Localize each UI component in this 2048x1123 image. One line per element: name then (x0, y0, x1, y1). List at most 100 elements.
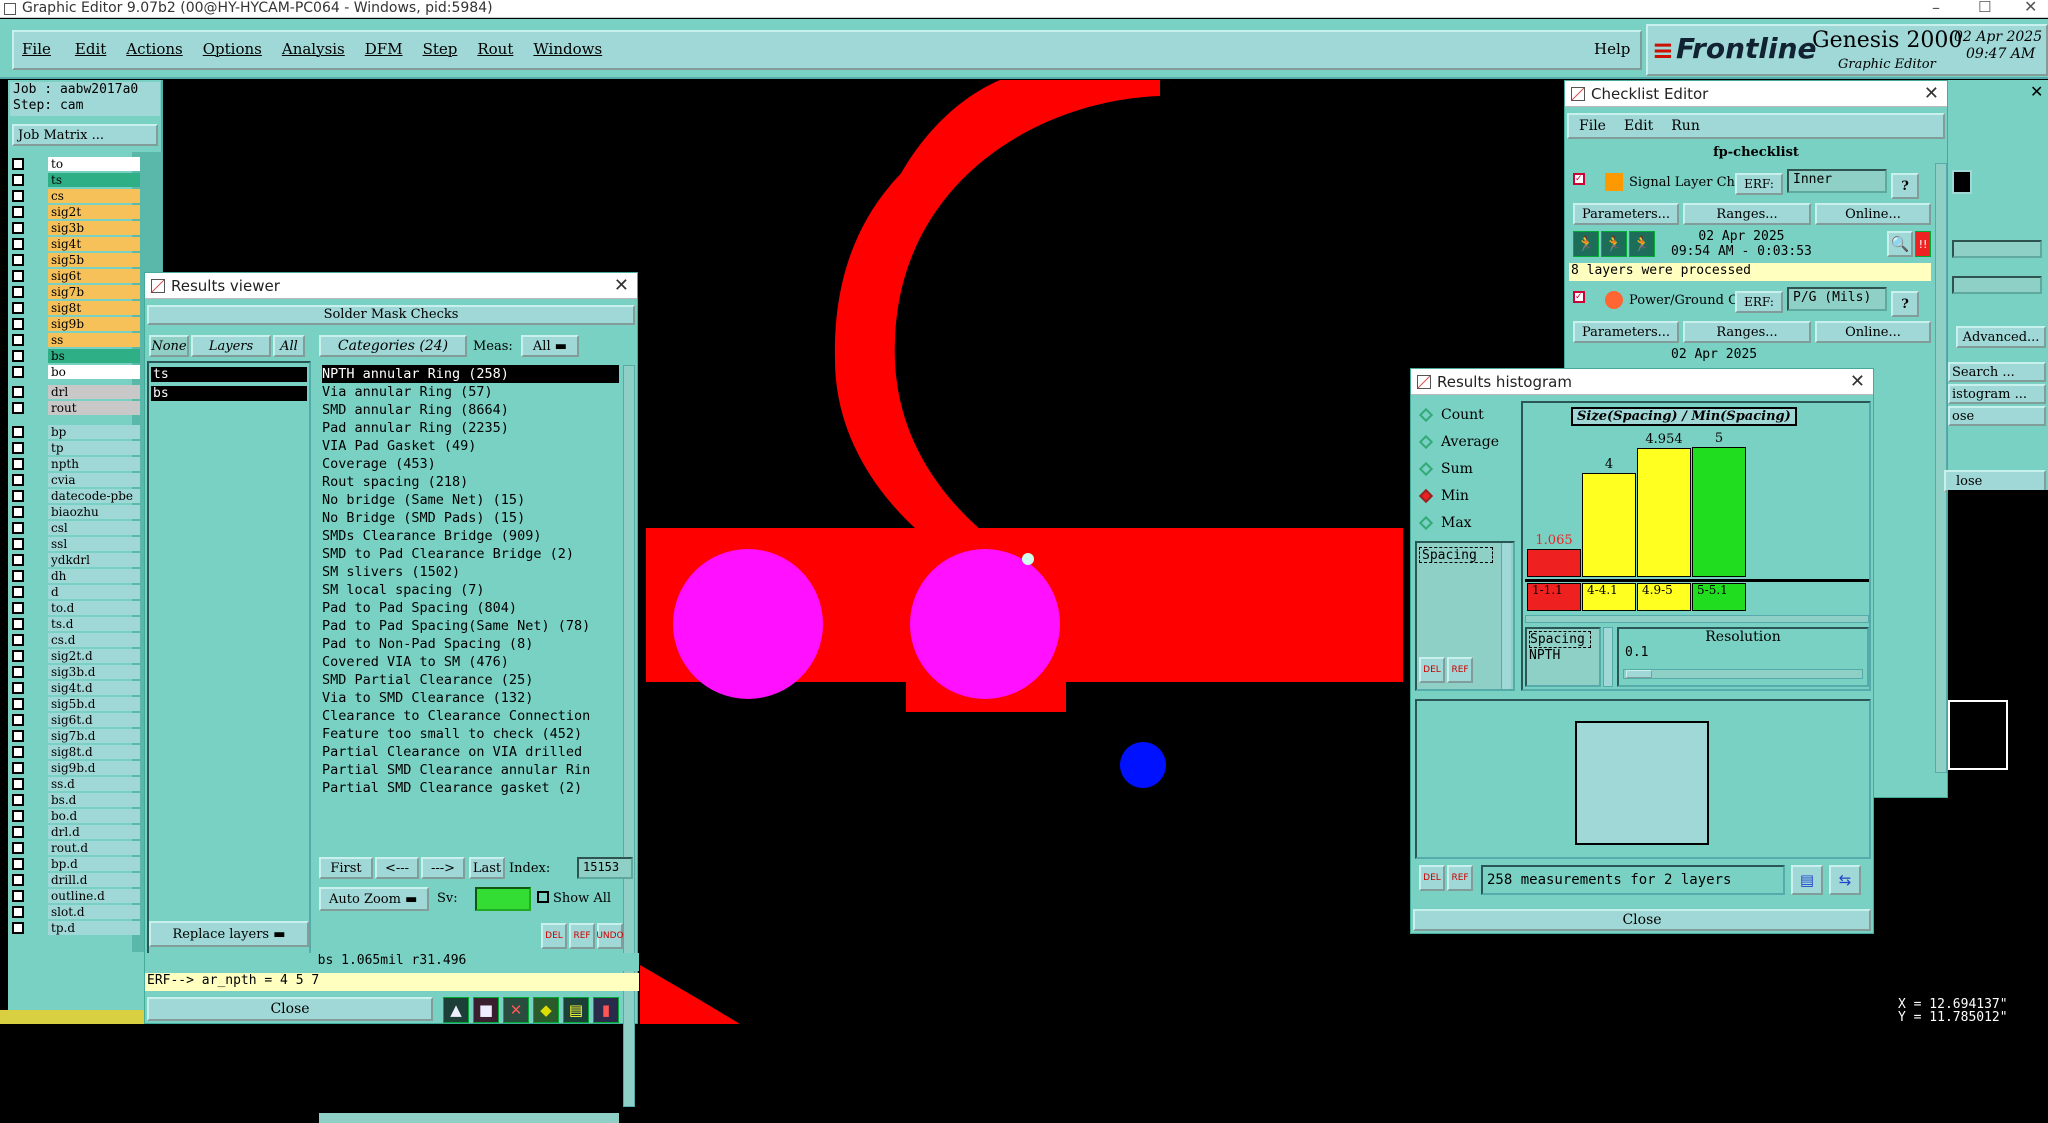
layer-row[interactable] (12, 425, 44, 439)
import-icon[interactable]: ⇆ (1829, 865, 1861, 895)
zoom-icon[interactable]: 🔍 (1887, 231, 1913, 257)
layer-name[interactable]: sig3b.d (48, 665, 140, 679)
layer-name[interactable]: cs (48, 189, 140, 203)
histogram-bar[interactable] (1692, 447, 1746, 577)
layer-checkbox[interactable] (12, 890, 24, 902)
layer-row[interactable] (12, 697, 44, 711)
layer-row[interactable] (12, 633, 44, 647)
layer-name[interactable]: drl.d (48, 825, 140, 839)
menu-step[interactable]: Step (423, 40, 458, 58)
layer-affected-indicator[interactable] (28, 505, 42, 519)
checklist-menu-file[interactable]: File (1579, 118, 1606, 134)
layer-checkbox[interactable] (12, 222, 24, 234)
layer-checkbox[interactable] (12, 474, 24, 486)
layer-affected-indicator[interactable] (28, 385, 42, 399)
item1-erf-button[interactable]: ERF: (1735, 173, 1783, 195)
run-icon[interactable]: 🏃 (1573, 231, 1599, 257)
job-matrix-button[interactable]: Job Matrix ... (12, 124, 158, 146)
layer-checkbox[interactable] (12, 158, 24, 170)
layer-name[interactable]: sig4t.d (48, 681, 140, 695)
option-min[interactable]: Min (1415, 482, 1515, 509)
right-field-2[interactable] (1952, 276, 2042, 294)
menu-analysis[interactable]: Analysis (282, 40, 345, 58)
category-item[interactable]: SMD to Pad Clearance Bridge (2) (322, 545, 619, 563)
layer-checkbox[interactable] (12, 286, 24, 298)
layer-row[interactable] (12, 333, 44, 347)
del-icon[interactable]: DEL (1419, 865, 1445, 891)
category-item[interactable]: Coverage (453) (322, 455, 619, 473)
layer-name[interactable]: sig7b.d (48, 729, 140, 743)
histogram-list-scroll[interactable] (1501, 543, 1511, 689)
layer-checkbox[interactable] (12, 730, 24, 742)
layer-row[interactable] (12, 617, 44, 631)
layer-affected-indicator[interactable] (28, 761, 42, 775)
category-item[interactable]: Partial Clearance on VIA drilled (322, 743, 619, 761)
layer-row[interactable] (12, 569, 44, 583)
layer-checkbox[interactable] (12, 206, 24, 218)
layer-checkbox[interactable] (12, 254, 24, 266)
layer-name[interactable]: to.d (48, 601, 140, 615)
radio-icon[interactable] (1418, 488, 1434, 503)
layer-name[interactable]: slot.d (48, 905, 140, 919)
layer-row[interactable] (12, 269, 44, 283)
resolution-slider-thumb[interactable] (1626, 670, 1652, 678)
layer-name[interactable]: bs (48, 349, 140, 363)
layer-checkbox[interactable] (12, 426, 24, 438)
layer-row[interactable] (12, 649, 44, 663)
layer-row[interactable] (12, 921, 44, 935)
layer-checkbox[interactable] (12, 618, 24, 630)
layer-name[interactable]: sig9b (48, 317, 140, 331)
layer-checkbox[interactable] (12, 366, 24, 378)
close-icon[interactable]: ✕ (614, 275, 629, 296)
category-item[interactable]: No Bridge (SMD Pads) (15) (322, 509, 619, 527)
show-all-checkbox[interactable] (537, 891, 549, 903)
layer-checkbox[interactable] (12, 522, 24, 534)
layer-affected-indicator[interactable] (28, 825, 42, 839)
layer-name[interactable]: sig6t.d (48, 713, 140, 727)
layer-affected-indicator[interactable] (28, 317, 42, 331)
layer-row[interactable] (12, 157, 44, 171)
layer-name[interactable]: biaozhu (48, 505, 140, 519)
layer-row[interactable] (12, 457, 44, 471)
layer-name[interactable]: npth (48, 457, 140, 471)
layer-affected-indicator[interactable] (28, 841, 42, 855)
item2-checkbox[interactable]: ✓ (1573, 291, 1585, 303)
layer-row[interactable] (12, 441, 44, 455)
layer-name[interactable]: sig6t (48, 269, 140, 283)
toolbar-icon-4[interactable]: ◆ (533, 997, 559, 1023)
layer-checkbox[interactable] (12, 238, 24, 250)
layer-checkbox[interactable] (12, 746, 24, 758)
layer-row[interactable] (12, 385, 44, 399)
layer-row[interactable] (12, 237, 44, 251)
next-button[interactable]: ---> (421, 857, 465, 879)
layer-row[interactable] (12, 473, 44, 487)
layer-affected-indicator[interactable] (28, 401, 42, 415)
layer-affected-indicator[interactable] (28, 489, 42, 503)
layer-name[interactable]: tp (48, 441, 140, 455)
layer-name[interactable]: d (48, 585, 140, 599)
layer-row[interactable] (12, 809, 44, 823)
layer-checkbox[interactable] (12, 190, 24, 202)
layer-name[interactable]: ss (48, 333, 140, 347)
layer-affected-indicator[interactable] (28, 521, 42, 535)
histogram-toolbar-icon[interactable]: ▮ (593, 997, 619, 1023)
item2-online-button[interactable]: Online... (1815, 321, 1931, 343)
maximize-icon[interactable]: ☐ (1978, 0, 1991, 16)
layer-name[interactable]: drl (48, 385, 140, 399)
radio-icon[interactable] (1418, 407, 1434, 422)
layer-name[interactable]: outline.d (48, 889, 140, 903)
layer-affected-indicator[interactable] (28, 349, 42, 363)
layer-affected-indicator[interactable] (28, 809, 42, 823)
layer-affected-indicator[interactable] (28, 237, 42, 251)
layer-row[interactable] (12, 713, 44, 727)
layer-row[interactable] (12, 401, 44, 415)
layer-checkbox[interactable] (12, 334, 24, 346)
meas-select[interactable]: All ▬ (521, 335, 579, 357)
layer-name[interactable]: sig8t.d (48, 745, 140, 759)
item2-ranges-button[interactable]: Ranges... (1683, 321, 1811, 343)
layer-checkbox[interactable] (12, 698, 24, 710)
layer-name[interactable]: rout.d (48, 841, 140, 855)
layer-result-item[interactable]: bs (151, 386, 307, 401)
layer-row[interactable] (12, 585, 44, 599)
option-sum[interactable]: Sum (1415, 455, 1515, 482)
